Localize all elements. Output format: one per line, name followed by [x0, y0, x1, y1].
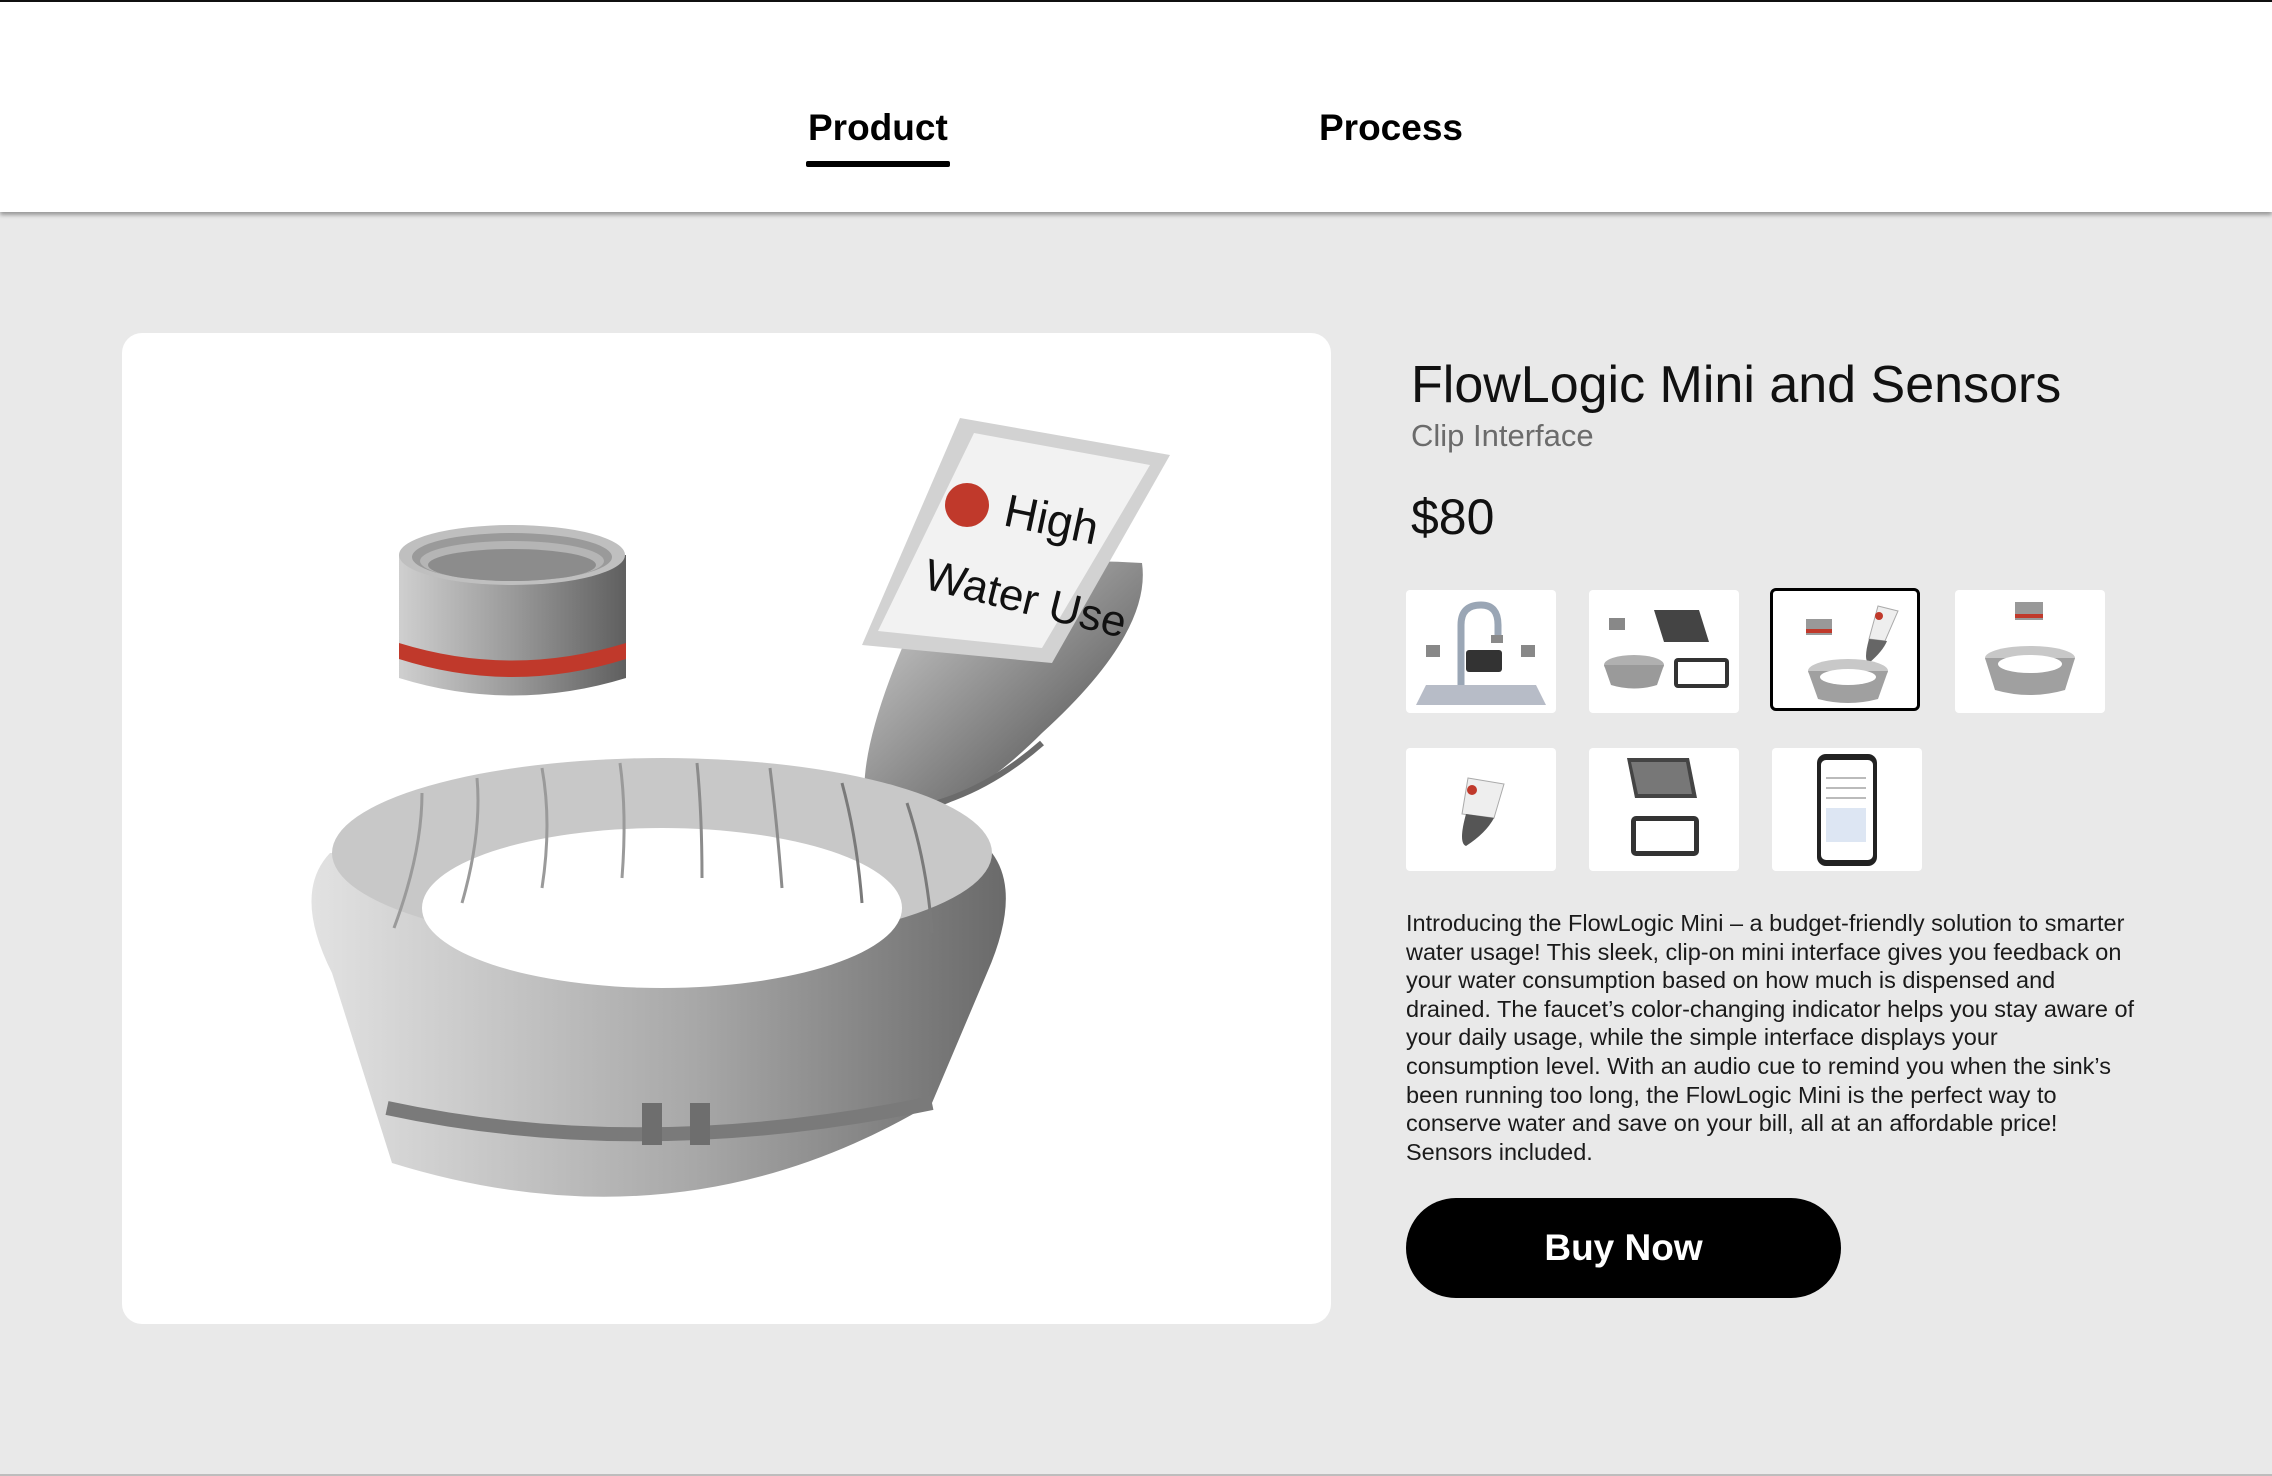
tab-process[interactable]: Process: [1319, 107, 1463, 149]
thumbnail-sensors-and-clip[interactable]: [1770, 588, 1920, 711]
product-hero-image: High Water Use: [122, 333, 1331, 1324]
thumbnail-sensors-only[interactable]: [1955, 590, 2105, 713]
product-title: FlowLogic Mini and Sensors: [1411, 356, 2062, 414]
buy-now-button[interactable]: Buy Now: [1406, 1198, 1841, 1298]
large-ring-sensor-graphic: [311, 758, 1006, 1197]
active-tab-indicator: [806, 161, 950, 167]
clip-interface-graphic: High Water Use: [862, 418, 1170, 817]
tab-product[interactable]: Product: [808, 107, 948, 149]
small-sensor-graphic: [399, 525, 626, 696]
product-price: $80: [1411, 489, 1495, 545]
thumbnail-sensors-and-tablets[interactable]: [1589, 590, 1739, 713]
thumbnail-tablet-interfaces[interactable]: [1589, 748, 1739, 871]
thumbnail-clip-interface[interactable]: [1406, 748, 1556, 871]
thumbnail-faucet-with-sensors[interactable]: [1406, 590, 1556, 713]
product-description: Introducing the FlowLogic Mini – a budge…: [1406, 910, 2135, 1165]
top-nav-bar: Product Process: [0, 2, 2272, 212]
thumbnail-phone-app[interactable]: [1772, 748, 1922, 871]
product-subtitle: Clip Interface: [1411, 418, 1594, 453]
